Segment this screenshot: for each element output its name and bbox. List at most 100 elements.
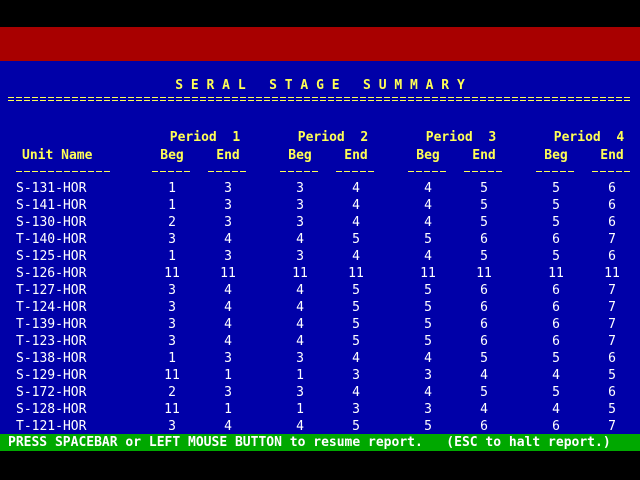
stage-value-cell: 7	[608, 419, 616, 434]
stage-value-cell: 1	[168, 198, 176, 213]
stage-value-cell: 6	[608, 385, 616, 400]
stage-value-cell: 3	[424, 368, 432, 383]
stage-value-cell: 3	[168, 300, 176, 315]
unit-name-cell: T-127-HOR	[16, 283, 87, 298]
period-3-end-underline	[464, 171, 504, 172]
stage-value-cell: 11	[476, 266, 492, 281]
stage-value-cell: 5	[480, 249, 488, 264]
period-1-end-underline	[208, 171, 248, 172]
stage-value-cell: 3	[296, 385, 304, 400]
stage-value-cell: 5	[424, 232, 432, 247]
title-double-rule	[8, 96, 632, 102]
period-3-header: Period 3	[425, 130, 497, 145]
period-1-header: Period 1	[169, 130, 241, 145]
unit-name-cell: S-128-HOR	[16, 402, 87, 417]
stage-value-cell: 5	[552, 198, 560, 213]
stage-value-cell: 5	[424, 334, 432, 349]
stage-value-cell: 1	[296, 402, 304, 417]
stage-value-cell: 5	[552, 181, 560, 196]
stage-value-cell: 1	[296, 368, 304, 383]
stage-value-cell: 5	[352, 300, 360, 315]
stage-value-cell: 4	[224, 419, 232, 434]
stage-value-cell: 3	[168, 283, 176, 298]
stage-value-cell: 4	[224, 300, 232, 315]
stage-value-cell: 5	[608, 402, 616, 417]
stage-value-cell: 4	[424, 385, 432, 400]
stage-value-cell: 6	[552, 300, 560, 315]
unit-name-cell: T-124-HOR	[16, 300, 87, 315]
unit-name-cell: S-130-HOR	[16, 215, 87, 230]
stage-value-cell: 5	[352, 317, 360, 332]
stage-value-cell: 6	[480, 317, 488, 332]
unit-name-cell: S-125-HOR	[16, 249, 87, 264]
stage-value-cell: 5	[424, 419, 432, 434]
stage-value-cell: 3	[224, 215, 232, 230]
stage-value-cell: 4	[296, 283, 304, 298]
stage-value-cell: 5	[424, 317, 432, 332]
period-1-end-header: End	[216, 148, 240, 163]
stage-value-cell: 4	[480, 402, 488, 417]
period-3-end-header: End	[472, 148, 496, 163]
stage-value-cell: 3	[296, 198, 304, 213]
stage-value-cell: 3	[224, 351, 232, 366]
stage-value-cell: 6	[552, 334, 560, 349]
unit-name-underline	[16, 171, 112, 172]
stage-value-cell: 5	[480, 215, 488, 230]
period-2-beg-underline	[280, 171, 320, 172]
stage-value-cell: 11	[164, 266, 180, 281]
stage-value-cell: 7	[608, 334, 616, 349]
stage-value-cell: 7	[608, 283, 616, 298]
unit-name-cell: S-138-HOR	[16, 351, 87, 366]
stage-value-cell: 4	[224, 283, 232, 298]
stage-value-cell: 4	[296, 300, 304, 315]
stage-value-cell: 4	[424, 215, 432, 230]
dos-screen: S E R A L S T A G E S U M M A R Y Unit N…	[0, 0, 640, 480]
stage-value-cell: 5	[352, 283, 360, 298]
stage-value-cell: 6	[552, 419, 560, 434]
stage-value-cell: 4	[424, 351, 432, 366]
unit-name-cell: T-140-HOR	[16, 232, 87, 247]
stage-value-cell: 6	[608, 351, 616, 366]
stage-value-cell: 6	[480, 283, 488, 298]
stage-value-cell: 6	[608, 181, 616, 196]
period-2-header: Period 2	[297, 130, 369, 145]
stage-value-cell: 1	[168, 181, 176, 196]
stage-value-cell: 7	[608, 300, 616, 315]
stage-value-cell: 6	[552, 317, 560, 332]
stage-value-cell: 3	[168, 232, 176, 247]
report-title: S E R A L S T A G E S U M M A R Y	[175, 78, 465, 93]
stage-value-cell: 3	[224, 198, 232, 213]
stage-value-cell: 4	[552, 402, 560, 417]
stage-value-cell: 4	[224, 232, 232, 247]
unit-name-cell: S-172-HOR	[16, 385, 87, 400]
stage-value-cell: 5	[424, 300, 432, 315]
status-message: PRESS SPACEBAR or LEFT MOUSE BUTTON to r…	[8, 435, 611, 450]
stage-value-cell: 11	[604, 266, 620, 281]
period-1-beg-header: Beg	[160, 148, 184, 163]
stage-value-cell: 4	[352, 249, 360, 264]
stage-value-cell: 5	[480, 351, 488, 366]
stage-value-cell: 2	[168, 215, 176, 230]
stage-value-cell: 5	[352, 334, 360, 349]
stage-value-cell: 4	[424, 198, 432, 213]
stage-value-cell: 5	[480, 198, 488, 213]
stage-value-cell: 3	[168, 334, 176, 349]
period-3-beg-underline	[408, 171, 448, 172]
stage-value-cell: 4	[352, 181, 360, 196]
period-2-end-underline	[336, 171, 376, 172]
stage-value-cell: 5	[352, 232, 360, 247]
stage-value-cell: 3	[424, 402, 432, 417]
period-2-beg-header: Beg	[288, 148, 312, 163]
stage-value-cell: 1	[224, 368, 232, 383]
stage-value-cell: 6	[608, 198, 616, 213]
stage-value-cell: 3	[296, 351, 304, 366]
stage-value-cell: 4	[352, 385, 360, 400]
stage-value-cell: 4	[352, 351, 360, 366]
unit-name-cell: T-121-HOR	[16, 419, 87, 434]
period-4-end-header: End	[600, 148, 624, 163]
stage-value-cell: 3	[224, 385, 232, 400]
period-4-end-underline	[592, 171, 632, 172]
status-bar: PRESS SPACEBAR or LEFT MOUSE BUTTON to r…	[0, 434, 640, 451]
stage-value-cell: 6	[480, 232, 488, 247]
stage-value-cell: 6	[480, 300, 488, 315]
